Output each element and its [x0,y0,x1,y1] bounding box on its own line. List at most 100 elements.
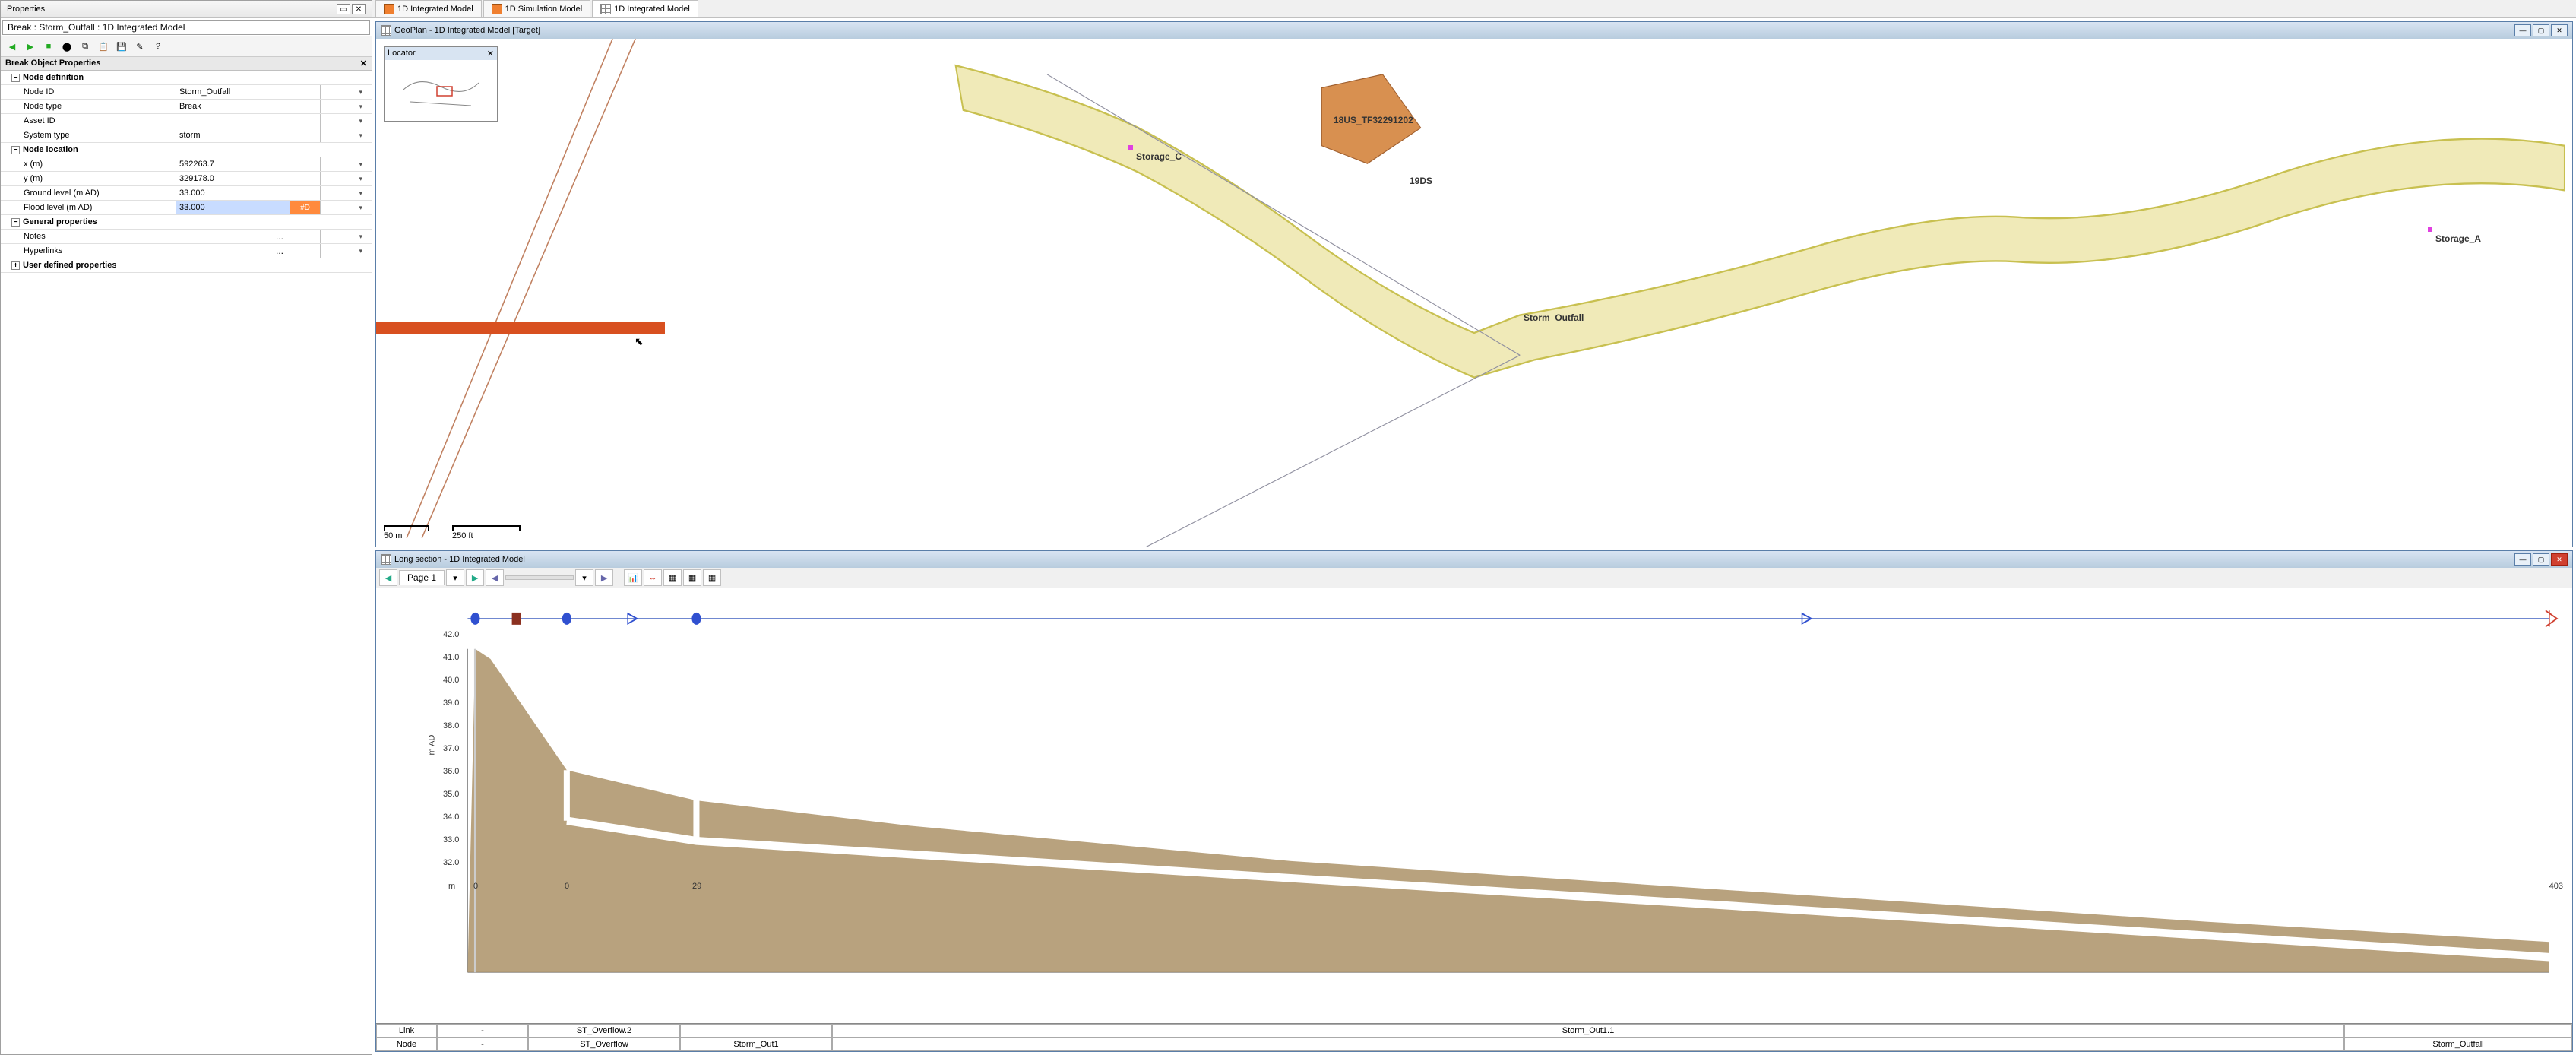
stop-green-icon[interactable]: ■ [40,38,57,55]
prop-flag[interactable] [290,230,320,243]
group-node-definition[interactable]: −Node definition [1,71,372,85]
prop-value[interactable]: 329178.0 [176,172,290,185]
prop-value[interactable]: Storm_Outfall [176,85,290,99]
minimize-button[interactable]: — [2514,553,2531,566]
footer-cell: ST_Overflow.2 [528,1024,680,1038]
properties-title: Properties [7,5,45,14]
locator-title: Locator [388,49,416,59]
dropdown-icon[interactable] [320,157,366,171]
prop-value[interactable]: 33.000 [176,201,290,214]
y-tick: 37.0 [443,744,459,753]
expander-icon[interactable]: + [11,261,20,270]
dropdown-icon[interactable] [320,201,366,214]
close-icon[interactable]: ✕ [352,4,366,14]
dropdown-icon[interactable] [320,172,366,185]
prop-flag[interactable] [290,128,320,142]
row-ground-level: Ground level (m AD) 33.000 [1,186,372,201]
properties-panel: Properties ▭ ✕ Break : Storm_Outfall : 1… [0,0,372,1055]
prop-flag[interactable] [290,100,320,113]
tool-icon[interactable]: ✎ [131,38,148,55]
dropdown-icon[interactable] [320,186,366,200]
longsection-titlebar[interactable]: Long section - 1D Integrated Model — ▢ ✕ [376,551,2572,568]
grid-icon-3[interactable]: ▦ [703,569,721,586]
expander-icon[interactable]: − [11,218,20,227]
prev-page-button[interactable]: ◀ [379,569,397,586]
maximize-button[interactable]: ▢ [2533,24,2549,36]
play-button[interactable]: ▶ [595,569,613,586]
annotation-arrow [376,305,672,350]
group-general[interactable]: −General properties [1,215,372,230]
section-header: Break Object Properties ✕ [1,57,372,71]
tab-simulation-model[interactable]: 1D Simulation Model [483,0,591,17]
footer-label: Link [376,1024,437,1038]
group-user-defined[interactable]: +User defined properties [1,258,372,273]
prev-green-icon[interactable]: ◀ [4,38,21,55]
tab-integrated-model-1[interactable]: 1D Integrated Model [375,0,482,17]
prop-value[interactable]: storm [176,128,290,142]
dropdown-icon[interactable] [320,85,366,99]
grid-icon-1[interactable]: ▦ [663,569,682,586]
prop-flag[interactable] [290,244,320,258]
prop-value[interactable]: ... [176,230,290,243]
rewind-button[interactable]: ◀ [486,569,504,586]
dropdown-icon[interactable] [320,128,366,142]
prop-value[interactable]: ... [176,244,290,258]
locator-close-icon[interactable]: ✕ [487,49,494,59]
tab-integrated-model-2[interactable]: 1D Integrated Model [592,0,698,17]
dropdown-icon[interactable] [320,100,366,113]
time-slider[interactable] [505,575,574,580]
object-selector[interactable]: Break : Storm_Outfall : 1D Integrated Mo… [2,20,370,35]
prop-value[interactable] [176,114,290,128]
prop-label: Node ID [1,85,176,99]
expander-icon[interactable]: − [11,74,20,82]
group-node-location[interactable]: −Node location [1,143,372,157]
footer-cell: Storm_Out1.1 [832,1024,2344,1038]
locator-thumbnail[interactable] [385,60,497,121]
dropdown-icon[interactable] [320,244,366,258]
close-button[interactable]: ✕ [2551,553,2568,566]
longsection-chart[interactable]: 42.0 41.0 40.0 39.0 38.0 37.0 36.0 35.0 … [376,588,2572,1023]
y-tick: 39.0 [443,699,459,708]
next-page-button[interactable]: ▶ [466,569,484,586]
locate-icon[interactable]: ⬤ [59,38,75,55]
page-dd-button[interactable]: ▾ [446,569,464,586]
help-icon[interactable]: ? [150,38,166,55]
copy-icon[interactable]: ⧉ [77,38,93,55]
maximize-button[interactable]: ▢ [2533,553,2549,566]
dropdown-icon[interactable] [320,114,366,128]
dropdown-icon[interactable] [320,230,366,243]
map-node-storage-a[interactable] [2428,227,2432,232]
row-system-type: System type storm [1,128,372,143]
prop-value[interactable]: Break [176,100,290,113]
prop-value[interactable]: 33.000 [176,186,290,200]
prop-flag[interactable] [290,172,320,185]
prop-flag[interactable] [290,186,320,200]
prop-flag[interactable] [290,157,320,171]
paste-icon[interactable]: 📋 [95,38,112,55]
page-indicator[interactable]: Page 1 [399,570,445,585]
prop-value[interactable]: 592263.7 [176,157,290,171]
grid-icon [381,25,391,36]
tab-label: 1D Integrated Model [397,5,473,14]
prop-flag[interactable]: #D [290,201,320,214]
expander-icon[interactable]: − [11,146,20,154]
geoplan-canvas[interactable]: Locator✕ Storage_C 18US_TF32291202 19DS … [376,39,2572,547]
locator-panel[interactable]: Locator ✕ [384,46,498,122]
document-tabs: 1D Integrated Model 1D Simulation Model … [372,0,2576,18]
longsection-footer: Link - ST_Overflow.2 Storm_Out1.1 Node -… [376,1023,2572,1051]
pin-icon[interactable]: ▭ [337,4,350,14]
geoplan-titlebar[interactable]: GeoPlan - 1D Integrated Model [Target] —… [376,22,2572,39]
grid-icon-2[interactable]: ▦ [683,569,701,586]
section-close-icon[interactable]: ✕ [360,59,367,68]
prop-flag[interactable] [290,114,320,128]
close-button[interactable]: ✕ [2551,24,2568,36]
save-icon[interactable]: 💾 [113,38,130,55]
chart-options-icon[interactable]: 📊 [624,569,642,586]
prop-flag[interactable] [290,85,320,99]
scale-bar: 50 m 250 ft [384,525,521,540]
map-node-storage-c[interactable] [1128,145,1133,150]
next-green-icon[interactable]: ▶ [22,38,39,55]
fit-icon[interactable]: ↔ [644,569,662,586]
minimize-button[interactable]: — [2514,24,2531,36]
time-dd-button[interactable]: ▾ [575,569,593,586]
